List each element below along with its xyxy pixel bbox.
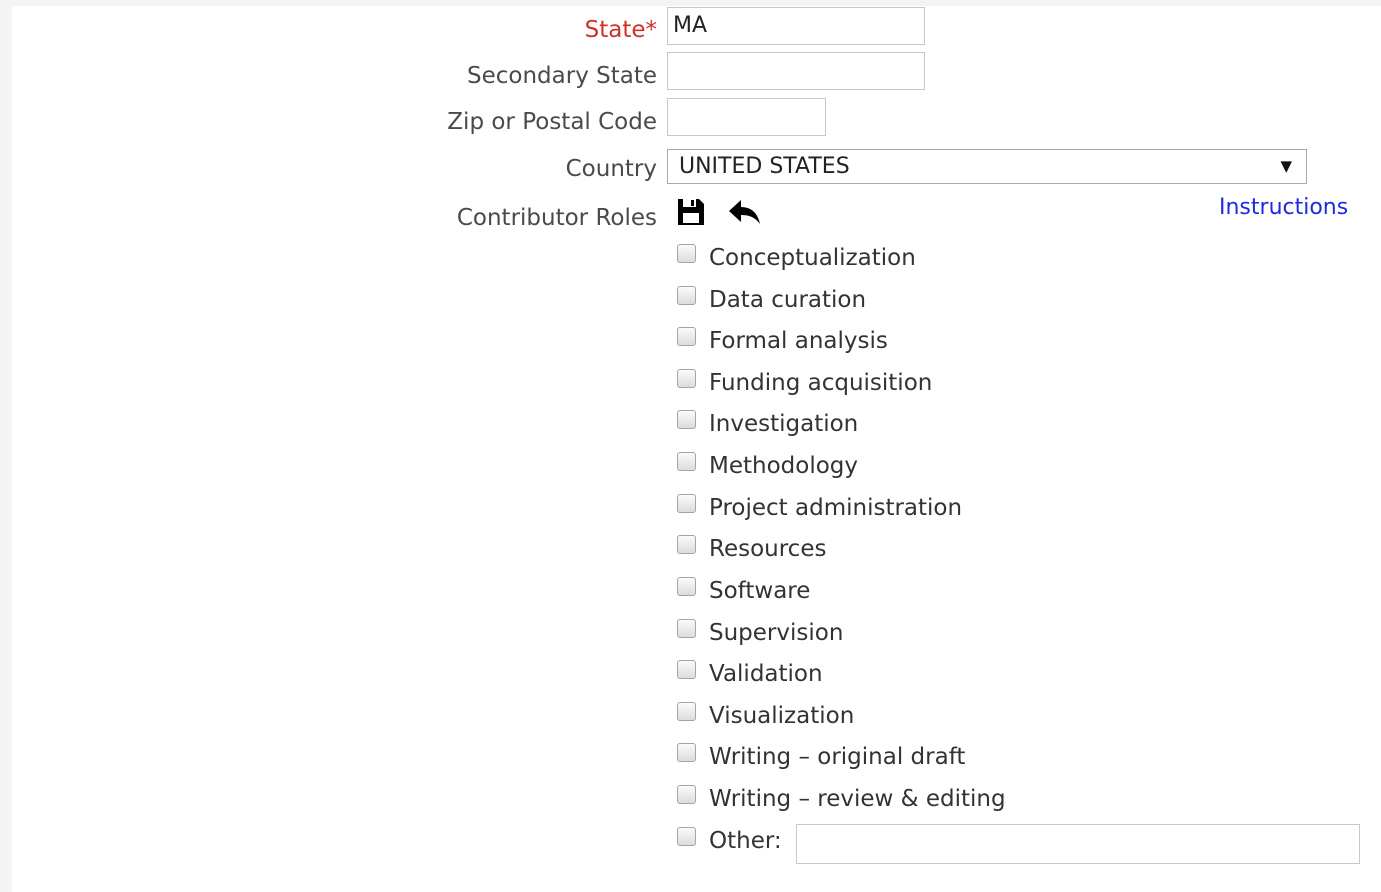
country-label: Country	[565, 156, 657, 182]
zip-label: Zip or Postal Code	[447, 109, 657, 135]
role-checkbox[interactable]	[677, 743, 696, 762]
role-checkbox[interactable]	[677, 244, 696, 263]
other-label: Other:	[709, 828, 782, 854]
role-checkbox[interactable]	[677, 577, 696, 596]
role-label: Writing – original draft	[709, 744, 966, 770]
role-label: Project administration	[709, 495, 963, 521]
role-label: Validation	[709, 661, 823, 687]
role-checkbox[interactable]	[677, 410, 696, 429]
role-checkbox[interactable]	[677, 785, 696, 804]
zip-input[interactable]	[667, 98, 826, 136]
dropdown-arrow-icon: ▼	[1280, 157, 1292, 175]
reply-arrow-icon[interactable]	[727, 196, 761, 230]
secondary-state-label: Secondary State	[467, 63, 657, 89]
role-label: Conceptualization	[709, 245, 916, 271]
role-checkbox[interactable]	[677, 327, 696, 346]
state-input[interactable]: MA	[667, 7, 925, 45]
instructions-link[interactable]: Instructions	[1219, 195, 1348, 220]
role-label: Investigation	[709, 411, 859, 437]
state-label: State*	[584, 17, 657, 43]
role-checkbox[interactable]	[677, 535, 696, 554]
role-checkbox[interactable]	[677, 660, 696, 679]
country-select[interactable]: UNITED STATES ▼	[667, 149, 1307, 184]
role-label: Supervision	[709, 620, 844, 646]
role-label: Methodology	[709, 453, 859, 479]
role-label: Resources	[709, 536, 827, 562]
role-checkbox[interactable]	[677, 369, 696, 388]
secondary-state-input[interactable]	[667, 52, 925, 90]
role-label: Data curation	[709, 287, 867, 313]
role-label: Visualization	[709, 703, 855, 729]
role-label: Writing – review & editing	[709, 786, 1006, 812]
form-panel	[12, 6, 1381, 892]
contributor-roles-label: Contributor Roles	[456, 205, 657, 231]
role-checkbox[interactable]	[677, 702, 696, 721]
role-label: Funding acquisition	[709, 370, 933, 396]
country-value: UNITED STATES	[679, 154, 850, 179]
role-checkbox[interactable]	[677, 452, 696, 471]
other-checkbox[interactable]	[677, 827, 696, 846]
role-label: Software	[709, 578, 811, 604]
other-role-input[interactable]	[796, 824, 1360, 864]
role-checkbox[interactable]	[677, 494, 696, 513]
role-checkbox[interactable]	[677, 286, 696, 305]
role-checkbox[interactable]	[677, 619, 696, 638]
role-label: Formal analysis	[709, 328, 888, 354]
save-icon[interactable]	[675, 196, 709, 230]
